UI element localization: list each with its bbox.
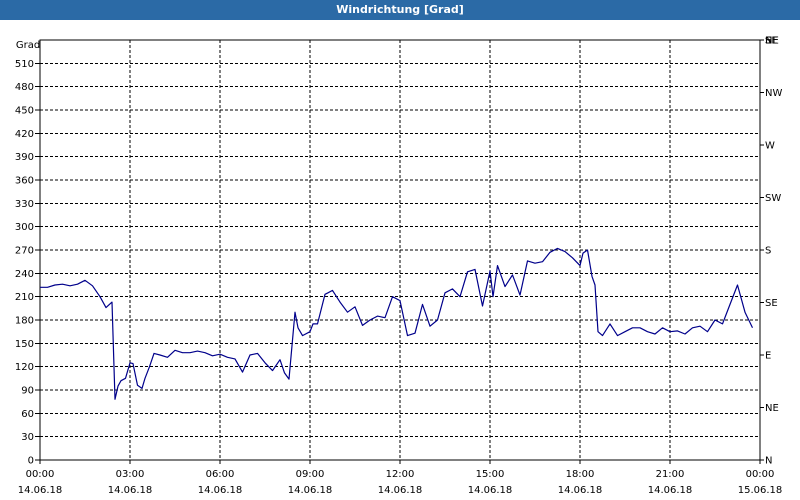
y-tick-label: 30: [21, 432, 34, 443]
y-tick-label: 210: [15, 292, 34, 303]
right-axis-label: E: [765, 351, 771, 362]
y-tick-label: 480: [15, 82, 34, 93]
grid-lines: [40, 40, 760, 460]
y-tick-label: 330: [15, 199, 34, 210]
wind-direction-chart: 0 30 60 90 120 150 180 210 240 270 300 330 360 390 420…: [15, 36, 783, 497]
x-tick-label-date: 14.06.18: [648, 485, 693, 496]
x-tick-label-time: 18:00: [566, 469, 595, 480]
x-tick-label-time: 06:00: [206, 469, 235, 480]
x-tick-label-time: 03:00: [116, 469, 145, 480]
y-tick-label: 270: [15, 246, 34, 257]
y-tick-label: 300: [15, 222, 34, 233]
x-tick-label-time: 00:00: [746, 469, 775, 480]
right-axis-label: NE: [765, 403, 779, 414]
x-tick-label-date: 14.06.18: [468, 485, 513, 496]
right-axis-label: N: [765, 456, 772, 467]
right-axis-label: S: [765, 246, 771, 257]
x-tick-label-date: 14.06.18: [288, 485, 333, 496]
x-tick-label-time: 15:00: [476, 469, 505, 480]
right-axis-label: SW: [765, 193, 781, 204]
y-tick-label: 510: [15, 59, 34, 70]
x-tick-label-date: 14.06.18: [108, 485, 153, 496]
y-tick-label: 150: [15, 339, 34, 350]
y-axis-label: Grad: [16, 40, 40, 51]
series-layer: [40, 247, 754, 400]
x-tick-label-date: 14.06.18: [378, 485, 423, 496]
chart-title-bar: Windrichtung [Grad]: [0, 0, 800, 20]
x-tick-label-time: 12:00: [386, 469, 415, 480]
y-tick-label: 120: [15, 362, 34, 373]
y-axis-right: NNEESESSWWNWNNEESES: [760, 36, 782, 467]
x-tick-label-time: 00:00: [26, 469, 55, 480]
y-tick-label: 180: [15, 316, 34, 327]
y-tick-label: 90: [21, 386, 34, 397]
x-tick-label-time: 21:00: [656, 469, 685, 480]
x-tick-label-time: 09:00: [296, 469, 325, 480]
y-axis-left: 0 30 60 90 120 150 180 210 240 270 300 330 360 390 420…: [15, 40, 40, 467]
y-tick-label: 60: [21, 409, 34, 420]
x-axis: 00:00 14.06.18 03:00 14.06.18 06:00 14.06.18 0…: [18, 460, 783, 496]
series-line-wind-direction: [40, 247, 754, 400]
y-tick-label: 420: [15, 129, 34, 140]
y-tick-label: 240: [15, 269, 34, 280]
right-axis-label: SE: [765, 298, 778, 309]
chart-title: Windrichtung [Grad]: [336, 3, 464, 16]
y-tick-label: 390: [15, 152, 34, 163]
right-axis-label: NW: [765, 88, 782, 99]
x-tick-label-date: 14.06.18: [558, 485, 603, 496]
y-tick-label: 0: [28, 456, 34, 467]
right-axis-label: S: [765, 36, 771, 47]
y-tick-label: 360: [15, 176, 34, 187]
x-tick-label-date: 14.06.18: [18, 485, 63, 496]
x-tick-label-date: 14.06.18: [198, 485, 243, 496]
right-axis-label: W: [765, 141, 775, 152]
x-tick-label-date: 15.06.18: [738, 485, 783, 496]
y-tick-label: 450: [15, 106, 34, 117]
